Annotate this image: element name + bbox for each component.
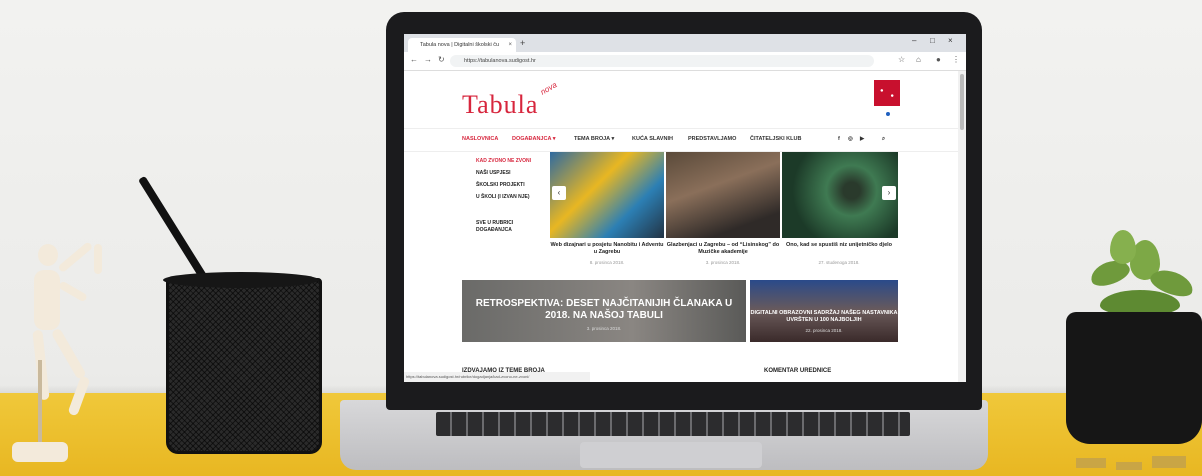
binder-clips bbox=[1076, 456, 1186, 470]
site-logo-sub: nova bbox=[538, 80, 559, 97]
facebook-icon[interactable]: f bbox=[838, 136, 840, 142]
carousel-next-icon[interactable]: › bbox=[882, 186, 896, 200]
status-url: https://tabulanova.sudigost.hr/rubrike/d… bbox=[404, 372, 590, 382]
submenu-item[interactable]: ŠKOLSKI PROJEKTI bbox=[476, 182, 550, 188]
card-image-web-dizajnari[interactable] bbox=[550, 152, 664, 238]
menu-item-tema-broja[interactable]: TEMA BROJA ▾ bbox=[574, 136, 614, 142]
menu-item-naslovnica[interactable]: NASLOVNICA bbox=[462, 136, 498, 142]
scrollbar-thumb[interactable] bbox=[960, 74, 964, 130]
browser-tab-bar: Tabula nova | Digitalni školski ču × + –… bbox=[404, 34, 966, 52]
feature-date: 3. prosinca 2018. bbox=[586, 326, 622, 331]
card-date: 27. studenoga 2018. bbox=[818, 260, 860, 265]
menu-dots-icon[interactable]: ⋮ bbox=[952, 55, 960, 64]
menu-item-citateljski-klub[interactable]: ČITATELJSKI KLUB bbox=[750, 136, 801, 142]
feature-article[interactable]: RETROSPEKTIVA: DESET NAJČITANIJIH ČLANAK… bbox=[462, 280, 746, 342]
side-feature-article[interactable]: DIGITALNI OBRAZOVNI SADRŽAJ NAŠEG NASTAV… bbox=[750, 280, 898, 342]
back-icon[interactable]: ← bbox=[410, 55, 418, 64]
site-logo[interactable]: Tabula bbox=[462, 90, 538, 120]
main-menu: NASLOVNICA DOGAĐANJCA ▾ TEMA BROJA ▾ KUĆ… bbox=[404, 128, 966, 152]
card-image-glazbenjaci[interactable] bbox=[666, 152, 780, 238]
new-tab-button[interactable]: + bbox=[520, 38, 525, 48]
extension-icon[interactable]: ⌂ bbox=[916, 55, 921, 64]
close-window-icon[interactable]: × bbox=[948, 36, 953, 45]
mesh-pencil-cup bbox=[166, 278, 322, 454]
card-title[interactable]: Glazbenjaci u Zagrebu – od “Lisinskog” d… bbox=[666, 242, 780, 256]
star-icon[interactable]: ☆ bbox=[898, 55, 905, 64]
url-input[interactable]: https://tabulanova.sudigost.hr bbox=[450, 55, 874, 67]
menu-item-dogadjanja[interactable]: DOGAĐANJCA ▾ bbox=[512, 136, 556, 142]
youtube-icon[interactable]: ▶ bbox=[860, 136, 864, 142]
menu-item-kuca-slavnih[interactable]: KUĆA SLAVNIH bbox=[632, 136, 673, 142]
submenu-all-link[interactable]: SVE U RUBRICI bbox=[476, 220, 550, 226]
search-icon[interactable]: ⌕ bbox=[882, 136, 885, 143]
card-date: 8. prosinca 2018. bbox=[589, 260, 625, 265]
account-icon[interactable]: ● bbox=[936, 55, 941, 64]
carousel-prev-icon[interactable]: ‹ bbox=[552, 186, 566, 200]
maximize-icon[interactable]: □ bbox=[930, 36, 935, 45]
side-feature-title: DIGITALNI OBRAZOVNI SADRŽAJ NAŠEG NASTAV… bbox=[750, 310, 898, 323]
laptop-screen: Tabula nova | Digitalni školski ču × + –… bbox=[404, 34, 966, 382]
laptop-trackpad bbox=[580, 442, 762, 468]
pencil-cup-rim bbox=[163, 272, 319, 288]
instagram-icon[interactable]: ◎ bbox=[848, 136, 853, 142]
browser-tab[interactable]: Tabula nova | Digitalni školski ču × bbox=[408, 38, 516, 52]
close-tab-icon[interactable]: × bbox=[508, 38, 512, 52]
partner-dot bbox=[886, 112, 890, 116]
feature-title: RETROSPEKTIVA: DESET NAJČITANIJIH ČLANAK… bbox=[475, 298, 733, 321]
laptop-keyboard bbox=[436, 412, 910, 436]
address-bar: ← → ↻ https://tabulanova.sudigost.hr ☆ ⌂… bbox=[404, 52, 966, 71]
tab-title: Tabula nova | Digitalni školski ču bbox=[420, 42, 500, 48]
dropdown-submenu: KAD ZVONO NE ZVONI NAŠI USPJESI ŠKOLSKI … bbox=[462, 152, 550, 276]
reload-icon[interactable]: ↻ bbox=[438, 55, 445, 64]
card-image-umjetnicko-djelo[interactable] bbox=[782, 152, 898, 238]
menu-item-predstavljamo[interactable]: PREDSTAVLJAMO bbox=[688, 136, 736, 142]
card-date: 3. prosinca 2018. bbox=[705, 260, 741, 265]
side-feature-date: 22. prosinca 2018. bbox=[805, 328, 843, 333]
card-title[interactable]: Web dizajnari u posjetu Nanobitu i Adven… bbox=[550, 242, 664, 256]
minimize-icon[interactable]: – bbox=[912, 36, 916, 45]
submenu-all-link-2[interactable]: DOGAĐANJCA bbox=[476, 227, 550, 233]
section-heading-right: KOMENTAR UREDNICE bbox=[764, 368, 832, 374]
submenu-item[interactable]: KAD ZVONO NE ZVONI bbox=[476, 158, 550, 164]
partner-logo[interactable] bbox=[874, 80, 900, 106]
card-title[interactable]: Ono, kad se spustiš niz unijetničko djel… bbox=[782, 242, 896, 249]
submenu-item[interactable]: NAŠI USPJESI bbox=[476, 170, 550, 176]
forward-icon[interactable]: → bbox=[424, 55, 432, 64]
submenu-item[interactable]: U ŠKOLI (I IZVAN NJE) bbox=[476, 194, 550, 200]
